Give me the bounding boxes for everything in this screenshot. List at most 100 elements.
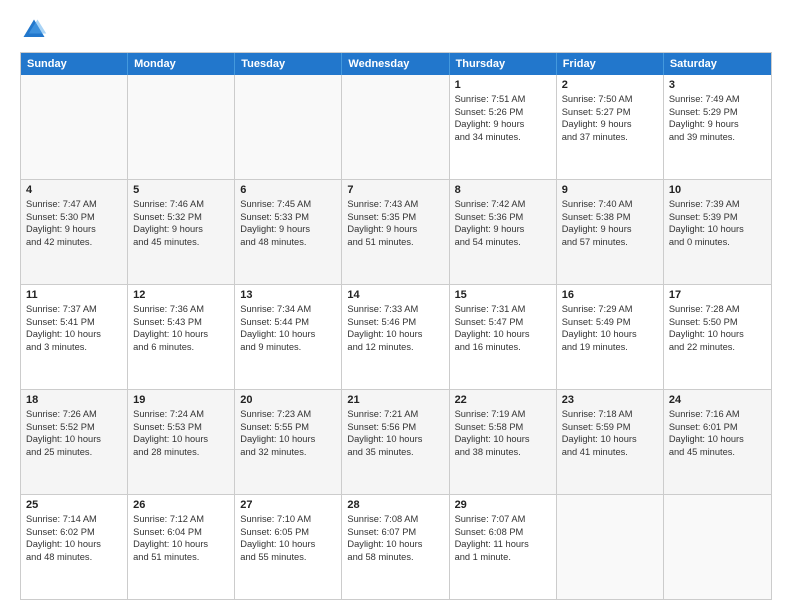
page: SundayMondayTuesdayWednesdayThursdayFrid…	[0, 0, 792, 612]
calendar-row-3: 11Sunrise: 7:37 AMSunset: 5:41 PMDayligh…	[21, 285, 771, 390]
calendar-body: 1Sunrise: 7:51 AMSunset: 5:26 PMDaylight…	[21, 75, 771, 599]
cell-info-line: and 48 minutes.	[26, 551, 122, 564]
cell-info-line: Sunset: 5:53 PM	[133, 421, 229, 434]
cell-info-line: Daylight: 10 hours	[133, 433, 229, 446]
day-cell-6: 6Sunrise: 7:45 AMSunset: 5:33 PMDaylight…	[235, 180, 342, 284]
cell-info-line: Sunrise: 7:45 AM	[240, 198, 336, 211]
cell-info-line: Sunrise: 7:37 AM	[26, 303, 122, 316]
day-cell-29: 29 Sunrise: 7:07 AMSunset: 6:08 PMDayligh…	[450, 495, 557, 599]
day-number: 24	[669, 394, 766, 406]
day-number: 12	[133, 289, 229, 301]
day-cell-20: 20Sunrise: 7:23 AMSunset: 5:55 PMDayligh…	[235, 390, 342, 494]
day-number: 13	[240, 289, 336, 301]
day-number: 4	[26, 184, 122, 196]
cell-info-line: Sunrise: 7:07 AM	[455, 513, 551, 526]
day-cell-28: 28Sunrise: 7:08 AMSunset: 6:07 PMDayligh…	[342, 495, 449, 599]
day-cell-1: 1Sunrise: 7:51 AMSunset: 5:26 PMDaylight…	[450, 75, 557, 179]
cell-info-line: and 51 minutes.	[347, 236, 443, 249]
day-number: 10	[669, 184, 766, 196]
cell-info-line: Daylight: 10 hours	[26, 433, 122, 446]
day-number: 22	[455, 394, 551, 406]
day-cell-2: 2Sunrise: 7:50 AMSunset: 5:27 PMDaylight…	[557, 75, 664, 179]
cell-info-line: Sunset: 5:32 PM	[133, 211, 229, 224]
cell-info-line: Sunset: 5:27 PM	[562, 106, 658, 119]
header-day-monday: Monday	[128, 53, 235, 75]
cell-info-line: Sunrise: 7:51 AM	[455, 93, 551, 106]
cell-info-line: Daylight: 9 hours	[26, 223, 122, 236]
cell-info-line: Daylight: 10 hours	[669, 328, 766, 341]
cell-info-line: Sunset: 6:02 PM	[26, 526, 122, 539]
cell-info-line: Sunset: 5:44 PM	[240, 316, 336, 329]
cell-info-line: Sunset: 5:46 PM	[347, 316, 443, 329]
cell-info-line: Sunset: 5:33 PM	[240, 211, 336, 224]
cell-info-line: Sunset: 5:36 PM	[455, 211, 551, 224]
empty-cell	[128, 75, 235, 179]
calendar-row-4: 18Sunrise: 7:26 AMSunset: 5:52 PMDayligh…	[21, 390, 771, 495]
cell-info-line: Daylight: 10 hours	[347, 433, 443, 446]
cell-info-line: Sunrise: 7:43 AM	[347, 198, 443, 211]
cell-info-line: Daylight: 10 hours	[669, 433, 766, 446]
cell-info-line: Daylight: 9 hours	[133, 223, 229, 236]
cell-info-line: Sunrise: 7:10 AM	[240, 513, 336, 526]
day-cell-12: 12Sunrise: 7:36 AMSunset: 5:43 PMDayligh…	[128, 285, 235, 389]
day-number: 15	[455, 289, 551, 301]
cell-info-line: Sunrise: 7:33 AM	[347, 303, 443, 316]
logo	[20, 16, 50, 44]
day-cell-15: 15Sunrise: 7:31 AMSunset: 5:47 PMDayligh…	[450, 285, 557, 389]
day-cell-17: 17Sunrise: 7:28 AMSunset: 5:50 PMDayligh…	[664, 285, 771, 389]
cell-info-line: Sunrise: 7:24 AM	[133, 408, 229, 421]
day-cell-24: 24 Sunrise: 7:16 AMSunset: 6:01 PMDayligh…	[664, 390, 771, 494]
empty-cell	[342, 75, 449, 179]
cell-info-line: and 45 minutes.	[669, 446, 766, 459]
day-cell-22: 22Sunrise: 7:19 AMSunset: 5:58 PMDayligh…	[450, 390, 557, 494]
header-day-wednesday: Wednesday	[342, 53, 449, 75]
empty-cell	[557, 495, 664, 599]
cell-info-line: Daylight: 10 hours	[133, 328, 229, 341]
day-number: 26	[133, 499, 229, 511]
cell-info-line: and 28 minutes.	[133, 446, 229, 459]
cell-info-line: Daylight: 10 hours	[240, 433, 336, 446]
cell-info-line: Sunrise: 7:29 AM	[562, 303, 658, 316]
day-number: 14	[347, 289, 443, 301]
calendar-row-1: 1Sunrise: 7:51 AMSunset: 5:26 PMDaylight…	[21, 75, 771, 180]
cell-info-line: and 0 minutes.	[669, 236, 766, 249]
header-day-sunday: Sunday	[21, 53, 128, 75]
empty-cell	[664, 495, 771, 599]
day-cell-9: 9Sunrise: 7:40 AMSunset: 5:38 PMDaylight…	[557, 180, 664, 284]
cell-info-line: Daylight: 10 hours	[240, 538, 336, 551]
cell-info-line: Sunset: 5:59 PM	[562, 421, 658, 434]
cell-info-line: Daylight: 10 hours	[562, 328, 658, 341]
day-number: 28	[347, 499, 443, 511]
day-number: 18	[26, 394, 122, 406]
day-number: 17	[669, 289, 766, 301]
cell-info-line: Sunrise: 7:50 AM	[562, 93, 658, 106]
day-cell-13: 13Sunrise: 7:34 AMSunset: 5:44 PMDayligh…	[235, 285, 342, 389]
empty-cell	[21, 75, 128, 179]
day-cell-10: 10Sunrise: 7:39 AMSunset: 5:39 PMDayligh…	[664, 180, 771, 284]
cell-info-line: and 6 minutes.	[133, 341, 229, 354]
day-number: 3	[669, 79, 766, 91]
day-cell-18: 18Sunrise: 7:26 AMSunset: 5:52 PMDayligh…	[21, 390, 128, 494]
cell-info-line: Sunset: 6:01 PM	[669, 421, 766, 434]
cell-info-line: Sunrise: 7:21 AM	[347, 408, 443, 421]
cell-info-line: Sunset: 5:52 PM	[26, 421, 122, 434]
cell-info-line: Sunset: 6:08 PM	[455, 526, 551, 539]
cell-info-line: Sunrise: 7:08 AM	[347, 513, 443, 526]
cell-info-line: Sunrise: 7:39 AM	[669, 198, 766, 211]
day-number: 7	[347, 184, 443, 196]
calendar-header: SundayMondayTuesdayWednesdayThursdayFrid…	[21, 53, 771, 75]
day-number: 25	[26, 499, 122, 511]
cell-info-line: Sunrise: 7:40 AM	[562, 198, 658, 211]
cell-info-line: and 54 minutes.	[455, 236, 551, 249]
day-number: 27	[240, 499, 336, 511]
cell-info-line: Daylight: 11 hours	[455, 538, 551, 551]
cell-info-line: Sunset: 5:39 PM	[669, 211, 766, 224]
cell-info-line: Daylight: 9 hours	[669, 118, 766, 131]
cell-info-line: Sunset: 5:56 PM	[347, 421, 443, 434]
cell-info-line: and 48 minutes.	[240, 236, 336, 249]
day-number: 29	[455, 499, 551, 511]
cell-info-line: Sunrise: 7:14 AM	[26, 513, 122, 526]
cell-info-line: Sunset: 5:50 PM	[669, 316, 766, 329]
cell-info-line: Sunrise: 7:16 AM	[669, 408, 766, 421]
cell-info-line: Sunrise: 7:12 AM	[133, 513, 229, 526]
